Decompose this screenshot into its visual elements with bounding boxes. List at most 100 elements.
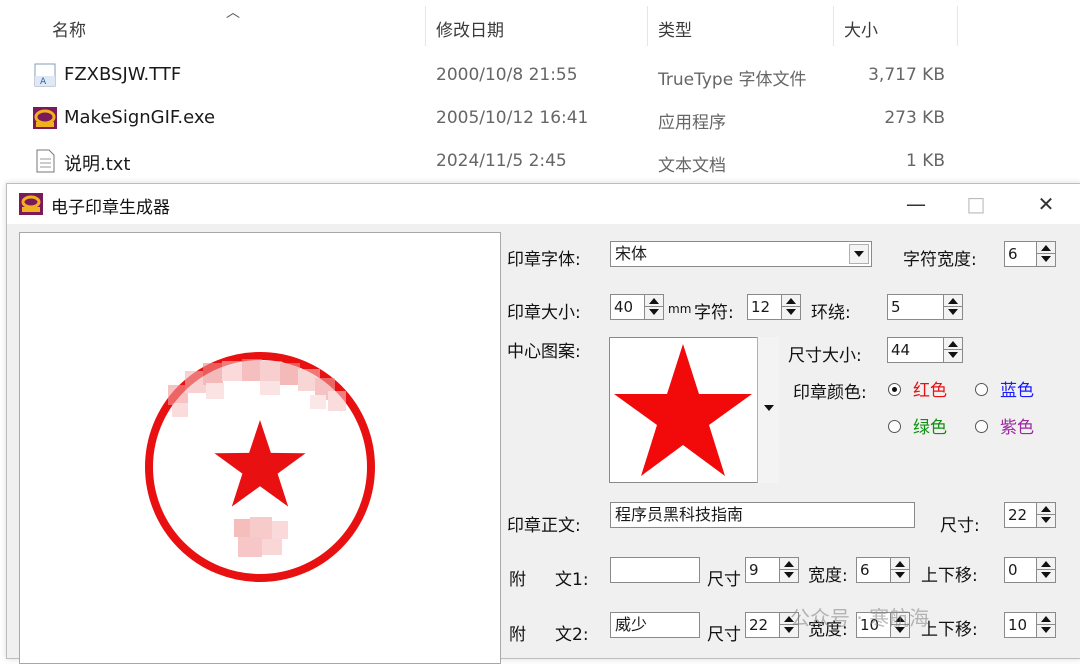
main-text-input[interactable]: 程序员黑科技指南 xyxy=(610,502,915,528)
pattern-size-label: 尺寸大小: xyxy=(788,346,862,366)
column-divider[interactable] xyxy=(833,6,834,46)
seal-color-label: 印章颜色: xyxy=(793,383,867,403)
sub-text2-label: 附 xyxy=(509,625,526,645)
color-radio-blue[interactable]: 蓝色 xyxy=(975,376,1034,401)
wrap-value: 5 xyxy=(891,298,901,316)
file-type: 应用程序 xyxy=(658,113,726,133)
file-size: 3,717 KB xyxy=(868,65,945,85)
color-red-label: 红色 xyxy=(913,381,947,401)
column-divider[interactable] xyxy=(647,6,648,46)
seal-font-label: 印章字体: xyxy=(507,250,581,270)
spinner-arrows-icon[interactable] xyxy=(781,295,800,319)
column-header-type[interactable]: 类型 xyxy=(658,16,692,41)
sub2-size-value: 22 xyxy=(749,616,769,634)
column-header-name[interactable]: 名称 xyxy=(52,16,86,41)
wrap-label: 环绕: xyxy=(811,303,851,323)
pattern-size-value: 44 xyxy=(891,341,911,359)
file-name: MakeSignGIF.exe xyxy=(64,107,216,128)
star-pattern-icon xyxy=(614,344,752,476)
file-modified: 2024/11/5 2:45 xyxy=(436,151,567,171)
seal-preview xyxy=(19,232,501,664)
seal-size-label: 印章大小: xyxy=(507,303,581,323)
sub1-offset-spinner[interactable]: 0 xyxy=(1004,557,1056,583)
color-green-label: 绿色 xyxy=(913,418,947,438)
file-row[interactable]: 说明.txt 2024/11/5 2:45 文本文档 1 KB xyxy=(0,142,1080,182)
dropdown-arrow-icon xyxy=(764,405,774,411)
file-name: FZXBSJW.TTF xyxy=(64,64,182,85)
color-radio-green[interactable]: 绿色 xyxy=(888,413,947,438)
color-purple-label: 紫色 xyxy=(1000,418,1034,438)
minimize-button[interactable]: — xyxy=(891,184,941,224)
color-radio-red[interactable]: 红色 xyxy=(888,376,947,401)
sub-text1-input[interactable] xyxy=(610,557,700,583)
file-size: 273 KB xyxy=(884,108,945,128)
color-radio-purple[interactable]: 紫色 xyxy=(975,413,1034,438)
column-header-modified[interactable]: 修改日期 xyxy=(436,16,504,41)
sub1-width-value: 6 xyxy=(860,561,870,579)
seal-image xyxy=(145,352,375,582)
char-width-spinner[interactable]: 6 xyxy=(1004,241,1056,267)
char-count-spinner[interactable]: 12 xyxy=(747,294,801,320)
text-file-icon xyxy=(32,148,58,174)
radio-selected-icon xyxy=(888,382,901,396)
wrap-spinner[interactable]: 5 xyxy=(887,294,963,320)
column-divider[interactable] xyxy=(425,6,426,46)
seal-size-spinner[interactable]: 40 xyxy=(610,294,664,320)
close-button[interactable]: ✕ xyxy=(1021,184,1071,224)
sort-ascending-icon: ︿ xyxy=(226,5,240,21)
sub1-size-spinner[interactable]: 9 xyxy=(745,557,799,583)
main-text-label: 印章正文: xyxy=(507,516,581,536)
file-type: 文本文档 xyxy=(658,156,726,176)
maximize-button[interactable]: □ xyxy=(951,184,1001,224)
spinner-arrows-icon[interactable] xyxy=(1036,503,1055,527)
app-exe-icon xyxy=(32,105,58,131)
center-pattern-select[interactable] xyxy=(609,337,779,483)
spinner-arrows-icon[interactable] xyxy=(1036,242,1055,266)
sub2-offset-spinner[interactable]: 10 xyxy=(1004,612,1056,638)
spinner-arrows-icon[interactable] xyxy=(779,558,798,582)
seal-font-value: 宋体 xyxy=(615,244,648,263)
seal-font-select[interactable]: 宋体 xyxy=(610,241,872,267)
sub1-width-label: 宽度: xyxy=(808,566,848,586)
file-explorer-list: ︿ 名称 修改日期 类型 大小 A FZXBSJW.TTF 2000/10/8 … xyxy=(0,0,1080,190)
size-unit-label: mm xyxy=(668,302,692,316)
file-size: 1 KB xyxy=(905,151,945,171)
file-name: 说明.txt xyxy=(64,154,131,175)
main-size-spinner[interactable]: 22 xyxy=(1004,502,1056,528)
font-file-icon: A xyxy=(32,62,58,88)
sub1-offset-label: 上下移: xyxy=(921,566,978,586)
file-modified: 2000/10/8 21:55 xyxy=(436,65,578,85)
center-pattern-label: 中心图案: xyxy=(507,342,581,362)
column-divider[interactable] xyxy=(957,6,958,46)
sub1-size-value: 9 xyxy=(749,561,759,579)
radio-icon xyxy=(975,419,988,433)
radio-icon xyxy=(888,419,901,433)
window-title: 电子印章生成器 xyxy=(51,198,170,218)
seal-size-value: 40 xyxy=(614,298,634,316)
sub1-size-label: 尺寸 xyxy=(707,570,741,590)
sub-text2-input[interactable]: 威少 xyxy=(610,612,700,638)
title-bar[interactable]: 电子印章生成器 — □ ✕ xyxy=(7,184,1080,224)
sub-text1-label: 附 xyxy=(509,570,526,590)
spinner-arrows-icon[interactable] xyxy=(943,295,962,319)
sub-text2-label-suffix: 文2: xyxy=(555,625,589,645)
file-row[interactable]: MakeSignGIF.exe 2005/10/12 16:41 应用程序 27… xyxy=(0,99,1080,139)
spinner-arrows-icon[interactable] xyxy=(1036,558,1055,582)
watermark-text: 公众号 · 寒航海 xyxy=(790,606,930,630)
spinner-arrows-icon[interactable] xyxy=(1036,613,1055,637)
dropdown-arrow-icon[interactable] xyxy=(849,244,869,264)
file-type: TrueType 字体文件 xyxy=(658,70,807,90)
main-size-label: 尺寸: xyxy=(940,516,980,536)
svg-text:A: A xyxy=(40,77,47,87)
sub1-width-spinner[interactable]: 6 xyxy=(856,557,910,583)
spinner-arrows-icon[interactable] xyxy=(943,338,962,362)
spinner-arrows-icon[interactable] xyxy=(644,295,663,319)
spinner-arrows-icon[interactable] xyxy=(890,558,909,582)
char-count-value: 12 xyxy=(751,298,771,316)
pattern-dropdown-button[interactable] xyxy=(757,337,779,483)
app-logo-icon xyxy=(19,193,43,215)
pattern-size-spinner[interactable]: 44 xyxy=(887,337,963,363)
sub1-offset-value: 0 xyxy=(1008,561,1018,579)
column-header-size[interactable]: 大小 xyxy=(844,16,878,41)
file-row[interactable]: A FZXBSJW.TTF 2000/10/8 21:55 TrueType 字… xyxy=(0,56,1080,96)
